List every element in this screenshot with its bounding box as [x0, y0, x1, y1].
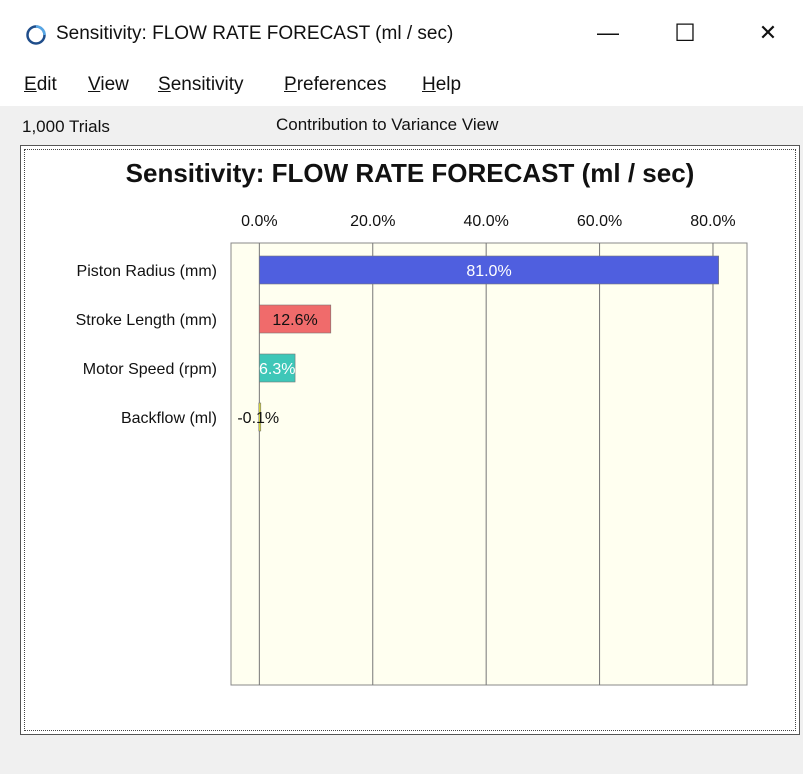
window-title: Sensitivity: FLOW RATE FORECAST (ml / se…	[56, 23, 454, 44]
minimize-icon: —	[597, 20, 619, 45]
menu-edit[interactable]: Edit	[24, 74, 57, 96]
title-bar: Sensitivity: FLOW RATE FORECAST (ml / se…	[0, 0, 803, 66]
tick-label: 60.0%	[577, 213, 622, 230]
menu-sensitivity[interactable]: Sensitivity	[158, 74, 244, 96]
category-label: Backflow (ml)	[121, 410, 217, 427]
tick-label: 20.0%	[350, 213, 395, 230]
close-button[interactable]: ✕	[728, 8, 803, 58]
sensitivity-chart: 0.0% 20.0% 40.0% 60.0% 80.0% Piston Radius (m…	[76, 213, 748, 686]
data-label: -0.1%	[237, 410, 279, 427]
close-icon: ✕	[758, 20, 778, 45]
app-icon	[26, 25, 46, 45]
maximize-button[interactable]: ☐	[645, 8, 725, 58]
view-name: Contribution to Variance View	[276, 115, 499, 134]
category-label: Motor Speed (rpm)	[83, 361, 217, 378]
maximize-icon: ☐	[674, 19, 696, 47]
chart-panel: Sensitivity: FLOW RATE FORECAST (ml / se…	[20, 145, 800, 735]
category-label: Piston Radius (mm)	[77, 263, 217, 280]
chart-frame: Sensitivity: FLOW RATE FORECAST (ml / se…	[24, 149, 796, 731]
category-label: Stroke Length (mm)	[76, 312, 217, 329]
menu-bar: Edit View Sensitivity Preferences Help	[0, 66, 803, 106]
trials-count: 1,000 Trials	[22, 117, 110, 136]
bottom-bar	[0, 738, 803, 774]
menu-view[interactable]: View	[88, 74, 129, 96]
data-label: 81.0%	[466, 263, 511, 280]
tick-label: 0.0%	[241, 213, 277, 230]
minimize-button[interactable]: —	[568, 8, 648, 58]
tick-label: 80.0%	[690, 213, 735, 230]
menu-help[interactable]: Help	[422, 74, 461, 96]
menu-preferences[interactable]: Preferences	[284, 74, 386, 96]
tick-label: 40.0%	[463, 213, 508, 230]
data-label: 6.3%	[259, 361, 295, 378]
data-label: 12.6%	[272, 312, 317, 329]
status-row: 1,000 Trials Contribution to Variance Vi…	[0, 106, 803, 142]
